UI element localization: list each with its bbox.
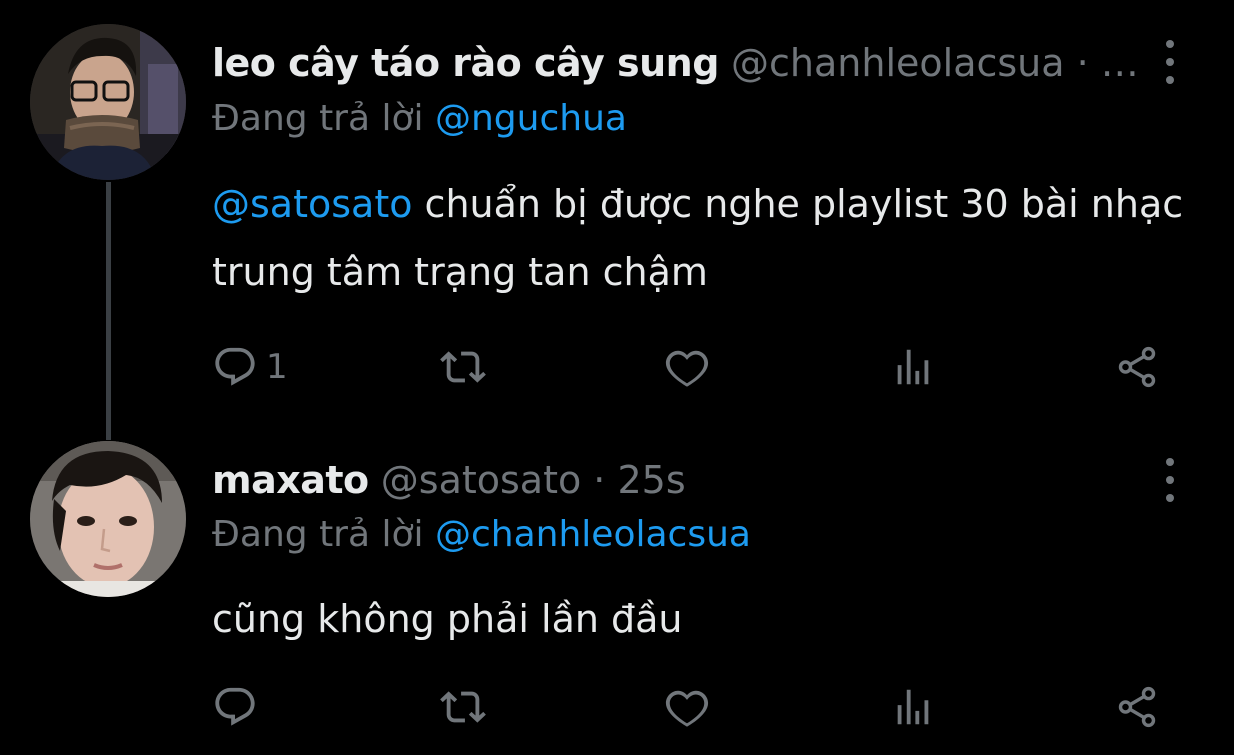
retweet-button[interactable]	[440, 682, 486, 732]
tweet[interactable]: maxato @satosato · 25s Đang trả lời @cha…	[0, 430, 1234, 755]
replying-to-label: Đang trả lời	[212, 514, 424, 555]
share-icon	[1114, 684, 1160, 730]
views-icon	[890, 684, 936, 730]
more-options-icon[interactable]	[1158, 458, 1182, 502]
more-options-icon[interactable]	[1158, 40, 1182, 84]
reply-button[interactable]: 1	[212, 342, 288, 392]
thread-line	[106, 182, 111, 440]
views-button[interactable]	[890, 342, 936, 392]
like-icon	[664, 344, 710, 390]
reply-button[interactable]	[212, 682, 266, 732]
retweet-button[interactable]	[440, 342, 486, 392]
share-button[interactable]	[1114, 342, 1160, 392]
tweet-text: cũng không phải lần đầu	[212, 585, 1192, 653]
share-icon	[1114, 344, 1160, 390]
display-name[interactable]: leo cây táo rào cây sung	[212, 41, 719, 85]
handle-and-time: @satosato · 25s	[380, 458, 686, 502]
like-button[interactable]	[664, 682, 710, 732]
avatar[interactable]	[30, 24, 186, 180]
replying-to-handle[interactable]: @chanhleolacsua	[435, 514, 751, 555]
tweet-header: leo cây táo rào cây sung @chanhleolacsua…	[212, 38, 1154, 88]
avatar[interactable]	[30, 441, 186, 597]
tweet-actions: 1	[212, 342, 1172, 392]
views-icon	[890, 344, 936, 390]
display-name[interactable]: maxato	[212, 458, 369, 502]
tweet-text-content: cũng không phải lần đầu	[212, 597, 683, 641]
handle-and-time: @chanhleolacsua · …	[731, 41, 1139, 85]
tweet-text: @satosato chuẩn bị được nghe playlist 30…	[212, 170, 1192, 306]
reply-count: 1	[266, 347, 288, 387]
retweet-icon	[440, 684, 486, 730]
tweet-header: maxato @satosato · 25s	[212, 455, 1154, 505]
replying-to: Đang trả lời @chanhleolacsua	[212, 512, 751, 558]
replying-to: Đang trả lời @nguchua	[212, 96, 627, 142]
like-icon	[664, 684, 710, 730]
tweet-actions	[212, 682, 1172, 732]
retweet-icon	[440, 344, 486, 390]
share-button[interactable]	[1114, 682, 1160, 732]
mention-link[interactable]: @satosato	[212, 182, 412, 226]
tweet[interactable]: leo cây táo rào cây sung @chanhleolacsua…	[0, 0, 1234, 440]
replying-to-handle[interactable]: @nguchua	[435, 98, 627, 139]
reply-icon	[212, 344, 258, 390]
views-button[interactable]	[890, 682, 936, 732]
reply-icon	[212, 684, 258, 730]
like-button[interactable]	[664, 342, 710, 392]
replying-to-label: Đang trả lời	[212, 98, 424, 139]
